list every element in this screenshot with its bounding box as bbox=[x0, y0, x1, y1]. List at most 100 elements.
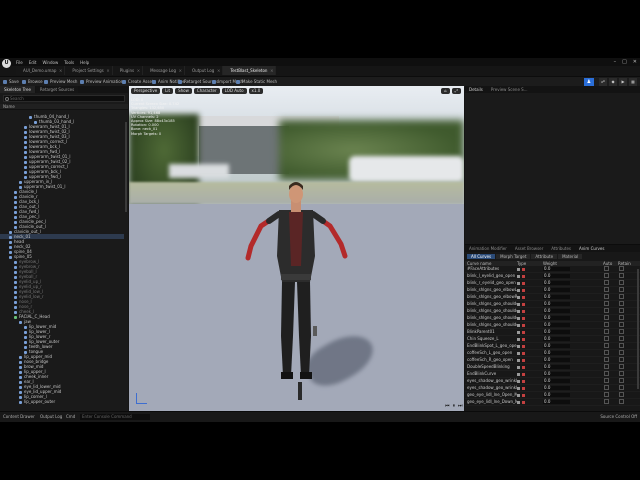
close-tab-icon[interactable]: × bbox=[270, 66, 273, 75]
retain-checkbox[interactable] bbox=[619, 300, 631, 308]
tab-asset-browser[interactable]: Asset Browser bbox=[511, 245, 547, 252]
document-tab[interactable]: Plugins × bbox=[112, 66, 144, 75]
curve-weight-input[interactable]: 0.0 bbox=[543, 288, 570, 292]
cmd-dropdown[interactable]: Cmd bbox=[66, 414, 75, 420]
curve-row[interactable]: geo_eye_lidl_lne_Down_MORPH 0.0 bbox=[465, 398, 640, 406]
close-tab-icon[interactable]: × bbox=[106, 66, 109, 75]
curve-list-scrollbar[interactable] bbox=[637, 269, 639, 389]
retain-checkbox[interactable] bbox=[619, 370, 631, 378]
menu-edit[interactable]: Edit bbox=[29, 60, 37, 65]
toolbar-button-save[interactable]: Save bbox=[3, 79, 19, 85]
auto-checkbox[interactable] bbox=[604, 328, 616, 336]
retain-checkbox[interactable] bbox=[619, 286, 631, 294]
toolbar-button-browse[interactable]: Browse bbox=[22, 79, 43, 85]
menu-tools[interactable]: Tools bbox=[64, 60, 74, 65]
toolbar-button-preview-mesh[interactable]: Preview Mesh bbox=[44, 79, 77, 85]
retain-checkbox[interactable] bbox=[619, 265, 631, 273]
close-tab-icon[interactable]: × bbox=[217, 66, 220, 75]
auto-checkbox[interactable] bbox=[604, 279, 616, 287]
pause-icon[interactable]: ⏸ bbox=[453, 403, 456, 409]
filter-morph-target[interactable]: Morph Target bbox=[496, 254, 531, 259]
close-tab-icon[interactable]: × bbox=[137, 66, 140, 75]
viewport-button-perspective[interactable]: Perspective bbox=[131, 88, 161, 94]
curve-weight-input[interactable]: 0.0 bbox=[543, 274, 570, 278]
retain-checkbox[interactable] bbox=[619, 342, 631, 350]
curve-weight-input[interactable]: 0.0 bbox=[543, 281, 570, 285]
tab-attributes[interactable]: Attributes bbox=[547, 245, 575, 252]
console-command-input[interactable]: Enter Console Command bbox=[80, 414, 150, 420]
character-mesh[interactable] bbox=[129, 86, 464, 411]
viewport-button-x1-0[interactable]: x1.0 bbox=[248, 88, 264, 94]
toolbar-button-preview-animation[interactable]: Preview Animation bbox=[80, 79, 123, 85]
viewport-button-character[interactable]: Character bbox=[193, 88, 220, 94]
step-forward-icon[interactable]: ⏭ bbox=[458, 403, 463, 409]
camera-speed-icon[interactable]: ⌂ bbox=[441, 88, 450, 94]
anim-mode-icon[interactable]: ▶ bbox=[619, 78, 627, 86]
auto-checkbox[interactable] bbox=[604, 342, 616, 350]
retain-checkbox[interactable] bbox=[619, 321, 631, 329]
minimize-icon[interactable]: – bbox=[614, 59, 617, 65]
auto-checkbox[interactable] bbox=[604, 356, 616, 364]
curve-weight-input[interactable]: 0.0 bbox=[543, 379, 570, 383]
curve-weight-input[interactable]: 0.0 bbox=[543, 386, 570, 390]
menu-help[interactable]: Help bbox=[80, 60, 89, 65]
auto-checkbox[interactable] bbox=[604, 286, 616, 294]
retain-checkbox[interactable] bbox=[619, 377, 631, 385]
tab-details[interactable]: Details bbox=[465, 86, 487, 93]
close-tab-icon[interactable]: × bbox=[59, 66, 62, 75]
filter-attribute[interactable]: Attribute bbox=[531, 254, 558, 259]
retain-checkbox[interactable] bbox=[619, 398, 631, 406]
preview-viewport[interactable]: Perspective Lit Show Character LOD Auto x1.0 … bbox=[129, 86, 464, 411]
curve-weight-input[interactable]: 0.0 bbox=[543, 372, 570, 376]
curve-weight-input[interactable]: 0.0 bbox=[543, 337, 570, 341]
auto-checkbox[interactable] bbox=[604, 314, 616, 322]
person-icon[interactable]: ♟ bbox=[584, 78, 594, 86]
curve-weight-input[interactable]: 0.0 bbox=[543, 295, 570, 299]
auto-checkbox[interactable] bbox=[604, 398, 616, 406]
viewport-button-lod-auto[interactable]: LOD Auto bbox=[221, 88, 247, 94]
menu-window[interactable]: Window bbox=[42, 60, 58, 65]
filter-material[interactable]: Material bbox=[558, 254, 583, 259]
maximize-viewport-icon[interactable]: ⤢ bbox=[451, 88, 461, 94]
retain-checkbox[interactable] bbox=[619, 349, 631, 357]
curve-weight-input[interactable]: 0.0 bbox=[543, 309, 570, 313]
close-tab-icon[interactable]: × bbox=[179, 66, 182, 75]
retain-checkbox[interactable] bbox=[619, 293, 631, 301]
retain-checkbox[interactable] bbox=[619, 391, 631, 399]
curve-weight-input[interactable]: 0.0 bbox=[543, 358, 570, 362]
auto-checkbox[interactable] bbox=[604, 321, 616, 329]
output-log-button[interactable]: Output Log bbox=[40, 414, 62, 420]
auto-checkbox[interactable] bbox=[604, 391, 616, 399]
curve-weight-input[interactable]: 0.0 bbox=[543, 302, 570, 306]
unreal-logo-icon[interactable]: U bbox=[2, 59, 11, 68]
curve-weight-input[interactable]: 0.0 bbox=[543, 323, 570, 327]
retain-checkbox[interactable] bbox=[619, 384, 631, 392]
document-tab[interactable]: Message Log × bbox=[143, 66, 186, 75]
curve-weight-input[interactable]: 0.0 bbox=[543, 393, 570, 397]
auto-checkbox[interactable] bbox=[604, 265, 616, 273]
tab-animation-modifier[interactable]: Animation Modifier bbox=[465, 245, 511, 252]
tab-anim-curves[interactable]: Anim Curves bbox=[575, 245, 608, 252]
auto-checkbox[interactable] bbox=[604, 293, 616, 301]
auto-checkbox[interactable] bbox=[604, 377, 616, 385]
retain-checkbox[interactable] bbox=[619, 356, 631, 364]
retain-checkbox[interactable] bbox=[619, 335, 631, 343]
auto-checkbox[interactable] bbox=[604, 272, 616, 280]
viewport-button-lit[interactable]: Lit bbox=[162, 88, 174, 94]
tab-preview-scene-settings[interactable]: Preview Scene S... bbox=[487, 86, 532, 93]
auto-checkbox[interactable] bbox=[604, 307, 616, 315]
blueprint-mode-icon[interactable]: ▦ bbox=[629, 78, 637, 86]
auto-checkbox[interactable] bbox=[604, 300, 616, 308]
skeleton-mode-icon[interactable]: ☍ bbox=[599, 78, 607, 86]
content-drawer-button[interactable]: Content Drawer bbox=[3, 414, 35, 420]
tab-skeleton-tree[interactable]: Skeleton Tree bbox=[0, 86, 35, 93]
document-tab[interactable]: Output Log × bbox=[185, 66, 224, 75]
document-tab[interactable]: TestBlast_Skeleton × bbox=[223, 66, 277, 75]
menu-file[interactable]: File bbox=[16, 60, 23, 65]
source-control-status[interactable]: Source Control Off bbox=[600, 414, 637, 420]
curve-weight-input[interactable]: 0.0 bbox=[543, 351, 570, 355]
document-tab[interactable]: AUI_Demo.umap × bbox=[16, 66, 66, 75]
retain-checkbox[interactable] bbox=[619, 307, 631, 315]
tab-retarget-sources[interactable]: Retarget Sources bbox=[35, 86, 79, 93]
retain-checkbox[interactable] bbox=[619, 272, 631, 280]
